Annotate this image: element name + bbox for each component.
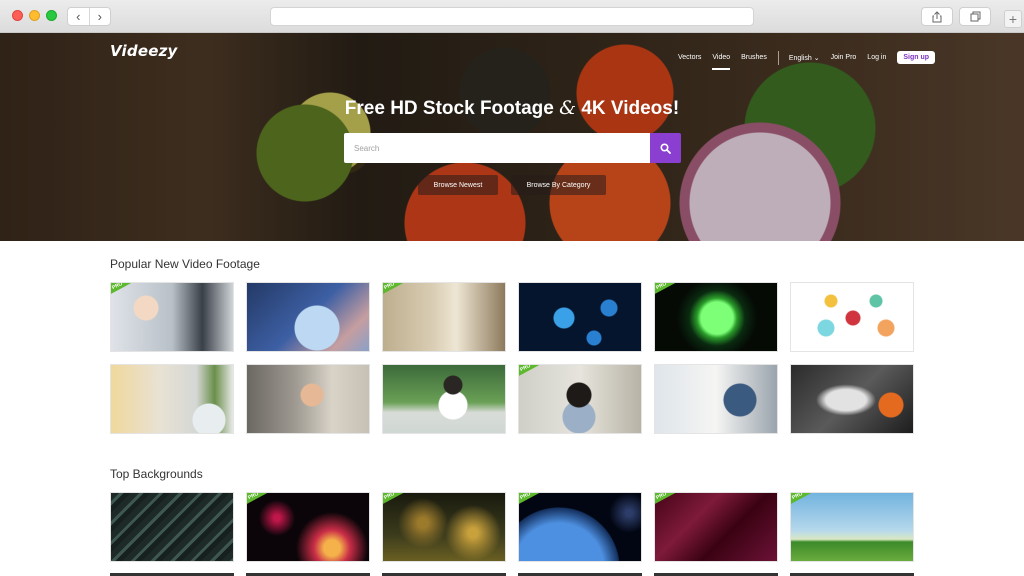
nav-divider: [777, 50, 779, 65]
site-logo[interactable]: Videezy: [110, 42, 177, 60]
pro-badge-label: PRO: [111, 282, 124, 292]
video-thumbnail[interactable]: [246, 364, 370, 434]
top-navigation: Vectors Video Brushes English ⌄ Join Pro…: [678, 45, 936, 70]
minimize-window-button[interactable]: [29, 10, 40, 21]
tab-overview-button[interactable]: [959, 7, 991, 26]
nav-video[interactable]: Video: [712, 54, 731, 70]
history-nav: ‹ ›: [67, 7, 111, 26]
video-thumbnail[interactable]: [246, 282, 370, 352]
share-button[interactable]: [921, 7, 953, 26]
background-thumbnail[interactable]: PRO: [382, 492, 506, 562]
forward-icon[interactable]: ›: [90, 8, 111, 25]
pro-badge-label: PRO: [247, 492, 260, 502]
pro-badge-label: PRO: [383, 492, 396, 502]
hero-title-amp: &: [559, 97, 577, 119]
video-thumbnail[interactable]: [110, 364, 234, 434]
browse-newest-button[interactable]: Browse Newest: [418, 175, 498, 195]
background-thumbnail[interactable]: PRO: [654, 492, 778, 562]
pro-badge-label: PRO: [383, 282, 396, 292]
language-select[interactable]: English ⌄: [789, 54, 820, 62]
hero-title-part1: Free HD Stock Footage: [344, 98, 560, 119]
video-thumbnail[interactable]: PRO: [654, 282, 778, 352]
popular-row-2: PRO: [110, 364, 914, 434]
background-thumbnail[interactable]: PRO: [790, 492, 914, 562]
hero-title-part2: 4K Videos!: [576, 98, 680, 119]
nav-brushes[interactable]: Brushes: [741, 54, 767, 61]
backgrounds-section-title: Top Backgrounds: [110, 467, 203, 481]
nav-log-in[interactable]: Log in: [867, 54, 886, 61]
search-icon: [660, 142, 671, 154]
tabs-icon: [970, 11, 980, 22]
back-icon[interactable]: ‹: [68, 8, 90, 25]
popular-section-title: Popular New Video Footage: [110, 257, 260, 271]
search-input[interactable]: [344, 133, 650, 163]
pro-badge-label: PRO: [655, 492, 668, 502]
video-thumbnail[interactable]: [790, 282, 914, 352]
background-thumbnail[interactable]: PRO: [518, 492, 642, 562]
hero-title: Free HD Stock Footage & 4K Videos!: [0, 97, 1024, 120]
address-bar[interactable]: [270, 7, 754, 26]
new-tab-button[interactable]: +: [1004, 10, 1022, 28]
pro-badge-label: PRO: [655, 282, 668, 292]
browser-toolbar: ‹ › +: [0, 0, 1024, 33]
popular-row-1: PRO PRO PRO: [110, 282, 914, 352]
pro-badge-label: PRO: [791, 492, 804, 502]
search-button[interactable]: [650, 133, 681, 163]
close-window-button[interactable]: [12, 10, 23, 21]
sign-up-button[interactable]: Sign up: [897, 51, 936, 64]
background-thumbnail[interactable]: [110, 492, 234, 562]
video-thumbnail[interactable]: PRO: [518, 364, 642, 434]
backgrounds-row-1: PRO PRO PRO PRO PRO: [110, 492, 914, 562]
video-thumbnail[interactable]: [382, 364, 506, 434]
video-thumbnail[interactable]: [790, 364, 914, 434]
hero-banner: Videezy Vectors Video Brushes English ⌄ …: [0, 33, 1024, 241]
video-thumbnail[interactable]: PRO: [382, 282, 506, 352]
video-thumbnail[interactable]: [518, 282, 642, 352]
share-icon: [932, 10, 942, 22]
pro-badge-label: PRO: [519, 492, 532, 502]
video-thumbnail[interactable]: PRO: [110, 282, 234, 352]
browse-by-category-button[interactable]: Browse By Category: [511, 175, 606, 195]
pro-badge-label: PRO: [519, 364, 532, 374]
nav-vectors[interactable]: Vectors: [678, 54, 701, 61]
video-thumbnail[interactable]: [654, 364, 778, 434]
background-thumbnail[interactable]: PRO: [246, 492, 370, 562]
zoom-window-button[interactable]: [46, 10, 57, 21]
nav-join-pro[interactable]: Join Pro: [831, 54, 857, 61]
